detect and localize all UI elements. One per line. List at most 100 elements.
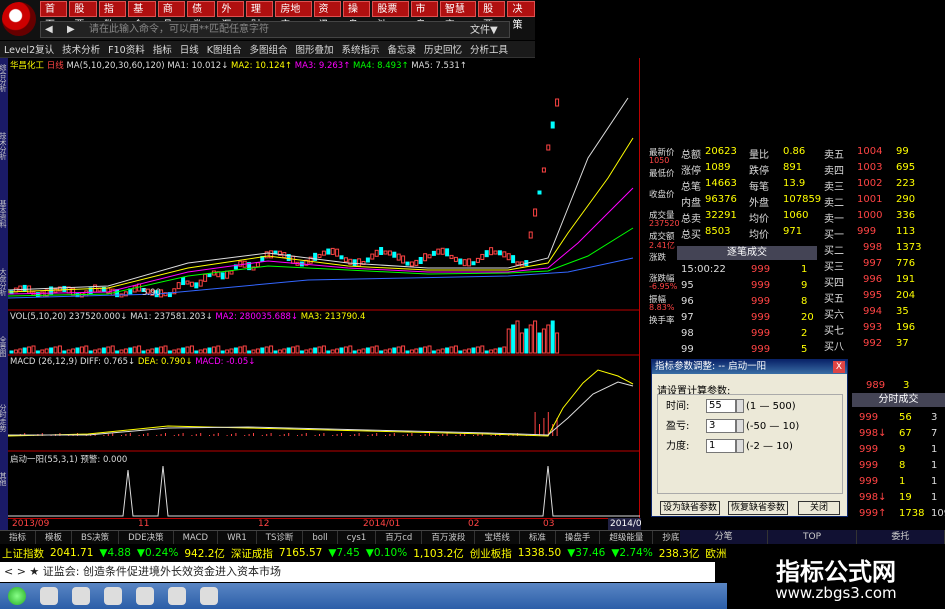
menu-item[interactable]: 市盘 — [410, 1, 438, 31]
candle — [110, 288, 115, 296]
taskbar-app-icon[interactable] — [200, 587, 218, 605]
param-input[interactable]: 55 — [706, 399, 736, 413]
indicator-tab[interactable]: BS决策 — [72, 531, 120, 544]
order-qty: 35 — [896, 306, 909, 317]
left-strip-item[interactable]: 综合分析 — [0, 64, 8, 92]
toolbar-item[interactable]: K图组合 — [207, 42, 242, 56]
menu-item[interactable]: 股票 — [69, 1, 97, 31]
param-spinner-icon[interactable] — [736, 399, 744, 413]
volume-bar — [480, 345, 485, 354]
indicator-tab[interactable]: MACD — [174, 531, 219, 544]
toolbar-item[interactable]: 图形叠加 — [295, 42, 333, 56]
indicator-tab[interactable]: WR1 — [218, 531, 257, 544]
menu-item[interactable]: 债券 — [187, 1, 215, 31]
trade-time: 96 — [681, 296, 694, 307]
forward-icon[interactable]: ▶ — [67, 22, 89, 37]
param-input[interactable]: 1 — [706, 439, 736, 453]
trade-qty: 1 — [801, 264, 808, 275]
left-strip-item[interactable]: 全景图 — [0, 336, 8, 357]
macd-bar — [107, 434, 109, 436]
indicator-tab[interactable]: 操盘手 — [556, 531, 601, 544]
menu-item[interactable]: 基金 — [128, 1, 156, 31]
indicator-tab[interactable]: boll — [303, 531, 338, 544]
toolbar-item[interactable]: 技术分析 — [62, 42, 100, 56]
trade-qty: 9 — [801, 280, 808, 291]
taskbar-app-icon[interactable] — [72, 587, 90, 605]
left-strip-item[interactable]: 大盘分析 — [0, 268, 8, 296]
indicator-tab[interactable]: cys1 — [338, 531, 377, 544]
candle — [423, 253, 428, 262]
param-spinner-icon[interactable] — [736, 419, 744, 433]
candle — [18, 285, 23, 292]
toolbar-item[interactable]: Level2复认 — [4, 42, 54, 56]
left-strip-item[interactable]: 分时走势 — [0, 404, 8, 432]
indicator-tab[interactable]: 百万波段 — [422, 531, 476, 544]
back-icon[interactable]: ◀ — [45, 22, 67, 37]
indicator-tab[interactable]: 百万cd — [376, 531, 423, 544]
news-ticker[interactable]: < > ★ 证监会: 创造条件促进境外长效资金进入资本市场 — [0, 562, 715, 582]
menu-item[interactable]: 理财 — [245, 1, 274, 31]
menu-item[interactable]: 外汇 — [216, 1, 244, 31]
restore-default-button[interactable]: 恢复缺省参数 — [728, 501, 788, 515]
indicator-tab[interactable]: 宝塔线 — [475, 531, 520, 544]
macd-bar — [547, 412, 549, 436]
toolbar-item[interactable]: 历史回忆 — [424, 42, 462, 56]
taskbar-app-icon[interactable] — [40, 587, 58, 605]
command-input[interactable]: ◀ ▶ 请在此输入命令，可以用**匹配任意字符 — [40, 21, 510, 38]
trade-detail-header[interactable]: 逐笔成交 — [677, 246, 817, 260]
order-level-label: 买三 — [824, 262, 844, 273]
macd-label: MACD (26,12,9) — [10, 357, 78, 367]
volume-bar — [71, 348, 76, 354]
toolbar-item[interactable]: 系统指示 — [342, 42, 380, 56]
param-input[interactable]: 3 — [706, 419, 736, 433]
close-button[interactable]: 关闭 — [798, 501, 840, 515]
toolbar-item[interactable]: 多图组合 — [249, 42, 287, 56]
indicator-tab[interactable]: TS诊断 — [257, 531, 304, 544]
toolbar-item[interactable]: F10资料 — [108, 42, 145, 56]
macd-bar — [534, 412, 536, 436]
dialog-close-icon[interactable]: X — [833, 361, 845, 373]
kline-chart[interactable]: 华昌化工 日线 MA(5,10,20,30,60,120) MA1: 10.01… — [8, 58, 640, 518]
start-icon[interactable] — [8, 587, 26, 605]
menu-item[interactable]: 房地产 — [275, 1, 312, 31]
menu-item[interactable]: 商品 — [157, 1, 186, 31]
menu-item[interactable]: 首页 — [40, 1, 68, 31]
menu-item[interactable]: 指数 — [98, 1, 127, 31]
quote-label: 外盘 — [749, 198, 769, 209]
volume-bar — [440, 348, 445, 354]
indicator-tab[interactable]: 模板 — [36, 531, 73, 544]
volume-bar — [392, 347, 397, 354]
indicator-tab[interactable]: DDE决策 — [119, 531, 174, 544]
left-strip-item[interactable]: 技术分析 — [0, 132, 8, 160]
volume-bar — [229, 348, 234, 354]
right-tab[interactable]: 分笔 — [680, 530, 769, 544]
left-strip-item[interactable]: 其他 — [0, 472, 8, 486]
indicator-tab[interactable]: 超级能量 — [600, 531, 654, 544]
taskbar-app-icon[interactable] — [104, 587, 122, 605]
menu-item[interactable]: 资讯 — [313, 1, 341, 31]
set-default-button[interactable]: 设为缺省参数 — [660, 501, 720, 515]
param-label: 力度: — [666, 441, 690, 452]
param-spinner-icon[interactable] — [736, 439, 744, 453]
indicator-tab[interactable]: 指标 — [0, 531, 37, 544]
toolbar-item[interactable]: 分析工具 — [470, 42, 508, 56]
right-tab[interactable]: TOP — [768, 530, 857, 544]
toolbar-item[interactable]: 备忘录 — [388, 42, 417, 56]
menu-item[interactable]: 操盘 — [342, 1, 371, 31]
taskbar-app-icon[interactable] — [168, 587, 186, 605]
menu-item[interactable]: 股票池 — [372, 1, 409, 31]
menu-item[interactable]: 决策 — [507, 1, 535, 31]
taskbar-app-icon[interactable] — [136, 587, 154, 605]
menu-item[interactable]: 股票 — [478, 1, 506, 31]
toolbar-item[interactable]: 日线 — [180, 42, 199, 56]
file-menu[interactable]: 文件▼ — [470, 21, 498, 36]
minute-trade-header[interactable]: 分时成交 — [852, 393, 945, 407]
low-price-label: 5.90 — [142, 288, 161, 298]
indicator-tab[interactable]: 标准 — [520, 531, 556, 544]
left-strip-item[interactable]: 基本资料 — [0, 200, 8, 228]
menu-item[interactable]: 智慧宝 — [439, 1, 477, 31]
order-price: 995 — [863, 290, 883, 301]
right-tab[interactable]: 委托 — [856, 530, 945, 544]
candle — [436, 248, 441, 255]
toolbar-item[interactable]: 指标 — [153, 42, 172, 56]
